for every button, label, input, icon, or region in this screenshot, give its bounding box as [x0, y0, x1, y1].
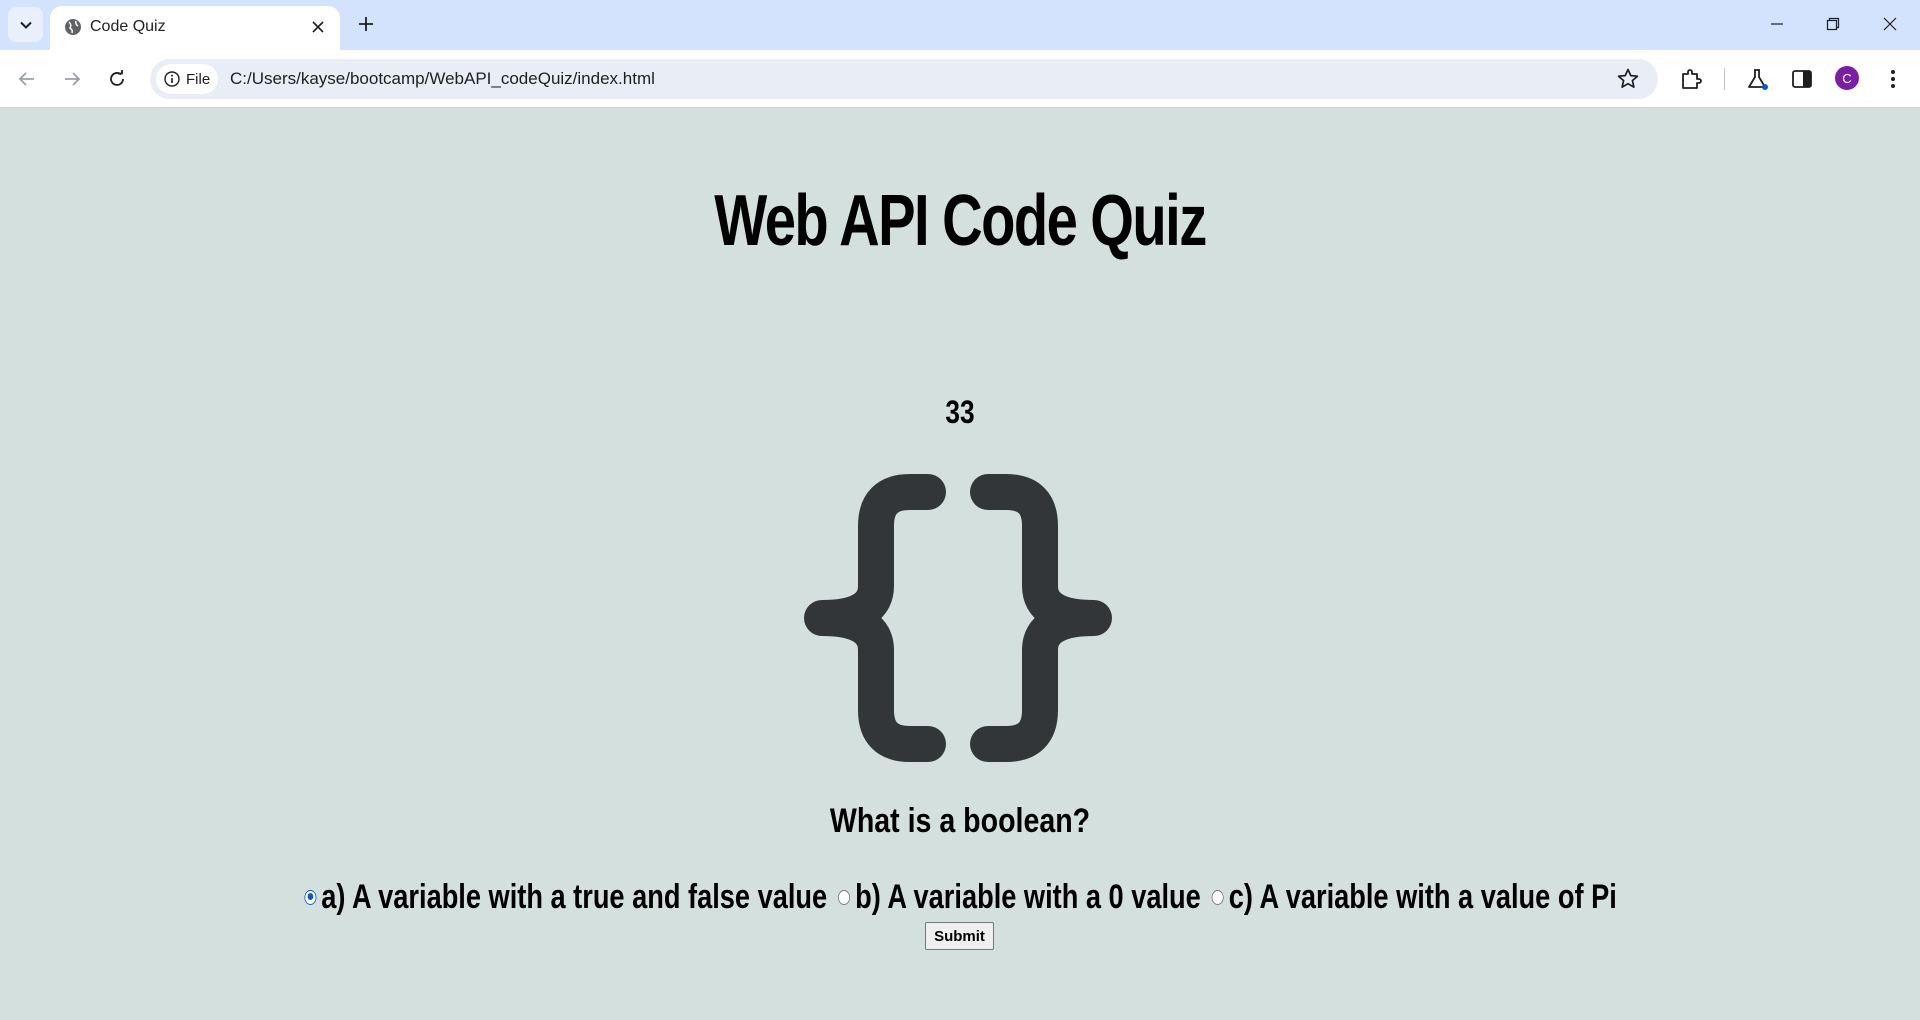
- side-panel-icon: [1792, 70, 1812, 88]
- reload-icon: [110, 70, 124, 86]
- close-icon: [312, 21, 324, 33]
- site-info-label: File: [186, 70, 211, 88]
- arrow-right-icon: [65, 72, 81, 86]
- answer-option-a[interactable]: a) A variable with a true and false valu…: [304, 878, 827, 917]
- arrow-left-icon: [18, 72, 34, 86]
- tab-search-button[interactable]: [8, 7, 43, 42]
- tab-title: Code Quiz: [90, 18, 166, 35]
- labs-button[interactable]: [1744, 66, 1770, 92]
- back-button[interactable]: [12, 64, 42, 94]
- answer-options: a) A variable with a true and false valu…: [304, 872, 1626, 922]
- side-panel-button[interactable]: [1789, 66, 1815, 92]
- restore-button[interactable]: [1815, 8, 1851, 40]
- answer-radio-b[interactable]: [838, 889, 851, 905]
- toolbar-separator: [1724, 68, 1725, 90]
- url-text[interactable]: C:/Users/kayse/bootcamp/WebAPI_codeQuiz/…: [230, 69, 655, 89]
- answer-label-c: c) A variable with a value of Pi: [1228, 877, 1617, 916]
- plus-icon: [359, 17, 373, 31]
- address-bar[interactable]: File C:/Users/kayse/bootcamp/WebAPI_code…: [150, 59, 1658, 99]
- tab-strip: Code Quiz: [0, 0, 1920, 50]
- curly-braces-icon: [804, 474, 1112, 762]
- flask-icon: [1748, 69, 1768, 90]
- reload-button[interactable]: [102, 64, 132, 94]
- profile-avatar[interactable]: C: [1835, 66, 1859, 90]
- bookmark-star-icon[interactable]: [1616, 67, 1640, 91]
- menu-button[interactable]: [1880, 66, 1906, 92]
- close-window-button[interactable]: [1872, 8, 1908, 40]
- minimize-icon: [1771, 23, 1783, 25]
- answer-radio-c[interactable]: [1211, 889, 1224, 905]
- forward-button[interactable]: [57, 64, 87, 94]
- browser-toolbar: File C:/Users/kayse/bootcamp/WebAPI_code…: [0, 50, 1920, 108]
- chevron-down-icon: [19, 21, 32, 29]
- answer-option-b[interactable]: b) A variable with a 0 value: [838, 877, 1201, 917]
- puzzle-icon: [1682, 69, 1702, 89]
- globe-icon: [65, 19, 81, 35]
- submit-button[interactable]: Submit: [925, 922, 994, 950]
- new-tab-button[interactable]: [354, 12, 378, 36]
- answer-option-c[interactable]: c) A variable with a value of Pi: [1211, 877, 1617, 917]
- page-content: Web API Code Quiz 33 What is a boolean? …: [0, 108, 1920, 1020]
- close-icon: [1883, 17, 1897, 31]
- info-icon: [164, 71, 180, 87]
- tab-close-button[interactable]: [308, 17, 328, 37]
- extensions-button[interactable]: [1678, 66, 1704, 92]
- site-info-chip[interactable]: File: [156, 64, 218, 94]
- answer-label-b: b) A variable with a 0 value: [854, 877, 1201, 916]
- timer-value: 33: [945, 394, 975, 430]
- minimize-button[interactable]: [1759, 8, 1795, 40]
- page-title: Web API Code Quiz: [714, 181, 1207, 261]
- more-vertical-icon: [1891, 70, 1895, 88]
- answer-label-a: a) A variable with a true and false valu…: [321, 877, 827, 916]
- tab-code-quiz[interactable]: Code Quiz: [50, 6, 340, 50]
- answer-radio-a[interactable]: [304, 889, 317, 905]
- restore-icon: [1826, 17, 1840, 31]
- question-text: What is a boolean?: [829, 802, 1091, 840]
